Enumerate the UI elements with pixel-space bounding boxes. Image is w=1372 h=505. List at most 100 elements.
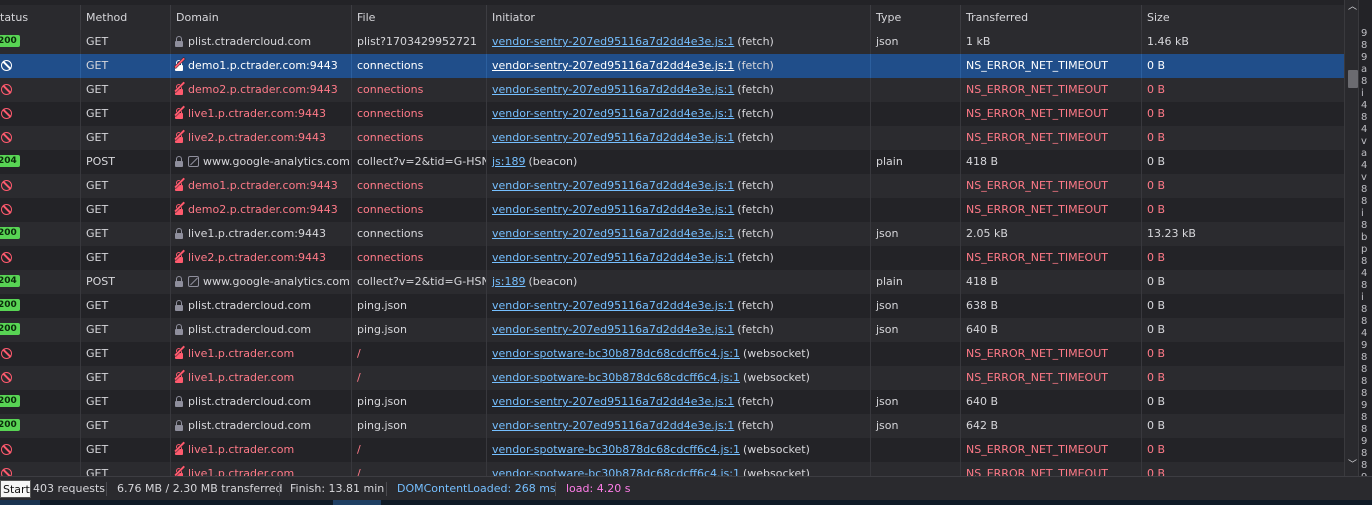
initiator-link[interactable]: js:189 [492,275,526,288]
table-row[interactable]: GET demo1.p.ctrader.com:9443 connections ve… [0,174,1344,198]
domain-text: live1.p.ctrader.com:9443 [188,107,326,120]
initiator-link[interactable]: vendor-sentry-207ed95116a7d2dd4e3e.js:1 [492,35,734,48]
table-row[interactable]: 200GETplist.ctradercloud.comping.jsonven… [0,414,1344,438]
initiator-link[interactable]: vendor-sentry-207ed95116a7d2dd4e3e.js:1 [492,203,734,216]
domain-text: live2.p.ctrader.com:9443 [188,131,326,144]
initiator-cause: (beacon) [528,155,578,168]
table-row[interactable]: GET live2.p.ctrader.com:9443 connections ve… [0,246,1344,270]
status-badge: 204 [0,155,20,167]
initiator-link[interactable]: vendor-sentry-207ed95116a7d2dd4e3e.js:1 [492,59,734,72]
lock-icon [175,35,183,47]
table-row[interactable]: GET live1.p.ctrader.com / vendor-spotware-b… [0,366,1344,390]
table-row[interactable]: GET live1.p.ctrader.com:9443 connections ve… [0,102,1344,126]
type-cell [871,366,961,390]
domain-text: www.google-analytics.com [203,275,350,288]
initiator-cell: vendor-sentry-207ed95116a7d2dd4e3e.js:1(… [487,54,871,78]
table-row[interactable]: 200GETplist.ctradercloud.comping.jsonven… [0,390,1344,414]
side-panel-glyph: v [1361,172,1367,183]
initiator-link[interactable]: vendor-spotware-bc30b878dc68cdcff6c4.js:… [492,443,740,456]
scrollbar-thumb[interactable] [1348,70,1358,88]
file-cell: connections [352,102,487,126]
table-row[interactable]: GET demo2.p.ctrader.com:9443 connections ve… [0,198,1344,222]
domain-cell: demo2.p.ctrader.com:9443 [171,78,352,102]
initiator-link[interactable]: vendor-sentry-207ed95116a7d2dd4e3e.js:1 [492,131,734,144]
initiator-link[interactable]: vendor-sentry-207ed95116a7d2dd4e3e.js:1 [492,419,734,432]
lock-icon [175,155,183,167]
side-panel-glyph: i [1361,208,1364,219]
side-panel-glyph: 8 [1361,316,1368,327]
table-row[interactable]: GET live1.p.ctrader.com / vendor-spotware-b… [0,462,1344,476]
scroll-up-icon[interactable]: ︿ [1348,2,1357,12]
initiator-cause: (fetch) [737,59,774,72]
status-cell: 200 [0,222,81,246]
initiator-cell: vendor-sentry-207ed95116a7d2dd4e3e.js:1(… [487,126,871,150]
transferred-cell: NS_ERROR_NET_TIMEOUT [961,462,1142,476]
transferred-cell: NS_ERROR_NET_TIMEOUT [961,174,1142,198]
domain-cell: plist.ctradercloud.com [171,318,352,342]
table-row[interactable]: 204 POST www.google-analytics.comcollect?v… [0,270,1344,294]
initiator-link[interactable]: vendor-sentry-207ed95116a7d2dd4e3e.js:1 [492,323,734,336]
initiator-link[interactable]: vendor-sentry-207ed95116a7d2dd4e3e.js:1 [492,227,734,240]
size-cell: 0 B [1147,395,1166,408]
transferred-cell: NS_ERROR_NET_TIMEOUT [961,102,1142,126]
side-panel-glyph: 4 [1361,160,1368,171]
insecure-lock-icon [175,107,183,119]
table-row[interactable]: GET demo2.p.ctrader.com:9443 connections ve… [0,78,1344,102]
size-cell: 0 B [1147,83,1166,96]
column-header-initiator[interactable]: Initiator [487,5,871,30]
table-row[interactable]: GET demo1.p.ctrader.com:9443 connections ve… [0,54,1344,78]
table-row[interactable]: 200GETplist.ctradercloud.comping.jsonven… [0,318,1344,342]
status-cell [0,462,81,476]
column-header-size[interactable]: Size [1142,5,1344,30]
table-row[interactable]: 204 POST www.google-analytics.comcollect?v… [0,150,1344,174]
table-row[interactable]: 200 GET plist.ctradercloud.com plist?170342… [0,30,1344,54]
initiator-link[interactable]: vendor-spotware-bc30b878dc68cdcff6c4.js:… [492,467,740,476]
domain-cell: live1.p.ctrader.com [171,342,352,366]
column-header-method[interactable]: Method [81,5,171,30]
initiator-cell: vendor-spotware-bc30b878dc68cdcff6c4.js:… [487,366,871,390]
file-cell: collect?v=2&tid=G-HSN7 [352,270,487,294]
file-cell: connections [352,174,487,198]
column-header-file[interactable]: File [352,5,487,30]
initiator-link[interactable]: vendor-spotware-bc30b878dc68cdcff6c4.js:… [492,371,740,384]
table-row[interactable]: GET live1.p.ctrader.com / vendor-spotware-b… [0,342,1344,366]
side-panel-glyph: 8 [1361,256,1368,267]
initiator-cause: (fetch) [737,227,774,240]
initiator-link[interactable]: vendor-sentry-207ed95116a7d2dd4e3e.js:1 [492,395,734,408]
initiator-cause: (fetch) [737,35,774,48]
type-cell: plain [871,150,961,174]
table-row[interactable]: GET live1.p.ctrader.com / vendor-spotware-b… [0,438,1344,462]
column-header-status[interactable]: tatus [0,5,81,30]
type-cell: json [871,222,961,246]
size-cell: 0 B [1147,203,1166,216]
transferred-cell: 1 kB [961,30,1142,54]
initiator-link[interactable]: vendor-spotware-bc30b878dc68cdcff6c4.js:… [492,347,740,360]
initiator-link[interactable]: js:189 [492,155,526,168]
insecure-lock-icon [175,347,183,359]
size-cell: 0 B [1147,179,1166,192]
initiator-link[interactable]: vendor-sentry-207ed95116a7d2dd4e3e.js:1 [492,179,734,192]
initiator-link[interactable]: vendor-sentry-207ed95116a7d2dd4e3e.js:1 [492,107,734,120]
method-cell: GET [81,390,171,414]
column-header-transferred[interactable]: Transferred [961,5,1142,30]
initiator-link[interactable]: vendor-sentry-207ed95116a7d2dd4e3e.js:1 [492,83,734,96]
status-badge: 200 [0,395,20,407]
initiator-link[interactable]: vendor-sentry-207ed95116a7d2dd4e3e.js:1 [492,299,734,312]
vertical-scrollbar[interactable]: ︿ ﹀ [1344,0,1359,476]
scroll-down-icon[interactable]: ﹀ [1348,460,1357,470]
size-cell: 0 B [1147,467,1166,476]
side-panel-glyph: 8 [1361,304,1368,315]
initiator-link[interactable]: vendor-sentry-207ed95116a7d2dd4e3e.js:1 [492,251,734,264]
start-button[interactable]: Start [0,480,31,498]
table-row[interactable]: GET live2.p.ctrader.com:9443 connections ve… [0,126,1344,150]
table-row[interactable]: 200GETplist.ctradercloud.comping.jsonven… [0,294,1344,318]
table-row[interactable]: 200 GET live1.p.ctrader.com:9443 connection… [0,222,1344,246]
block-icon [1,131,12,143]
side-panel-glyph: 8 [1361,220,1368,231]
column-header-domain[interactable]: Domain [171,5,352,30]
type-cell: plain [871,270,961,294]
status-cell: 200 [0,294,81,318]
lock-icon [175,395,183,407]
transferred-cell: 638 B [961,294,1142,318]
column-header-type[interactable]: Type [871,5,961,30]
